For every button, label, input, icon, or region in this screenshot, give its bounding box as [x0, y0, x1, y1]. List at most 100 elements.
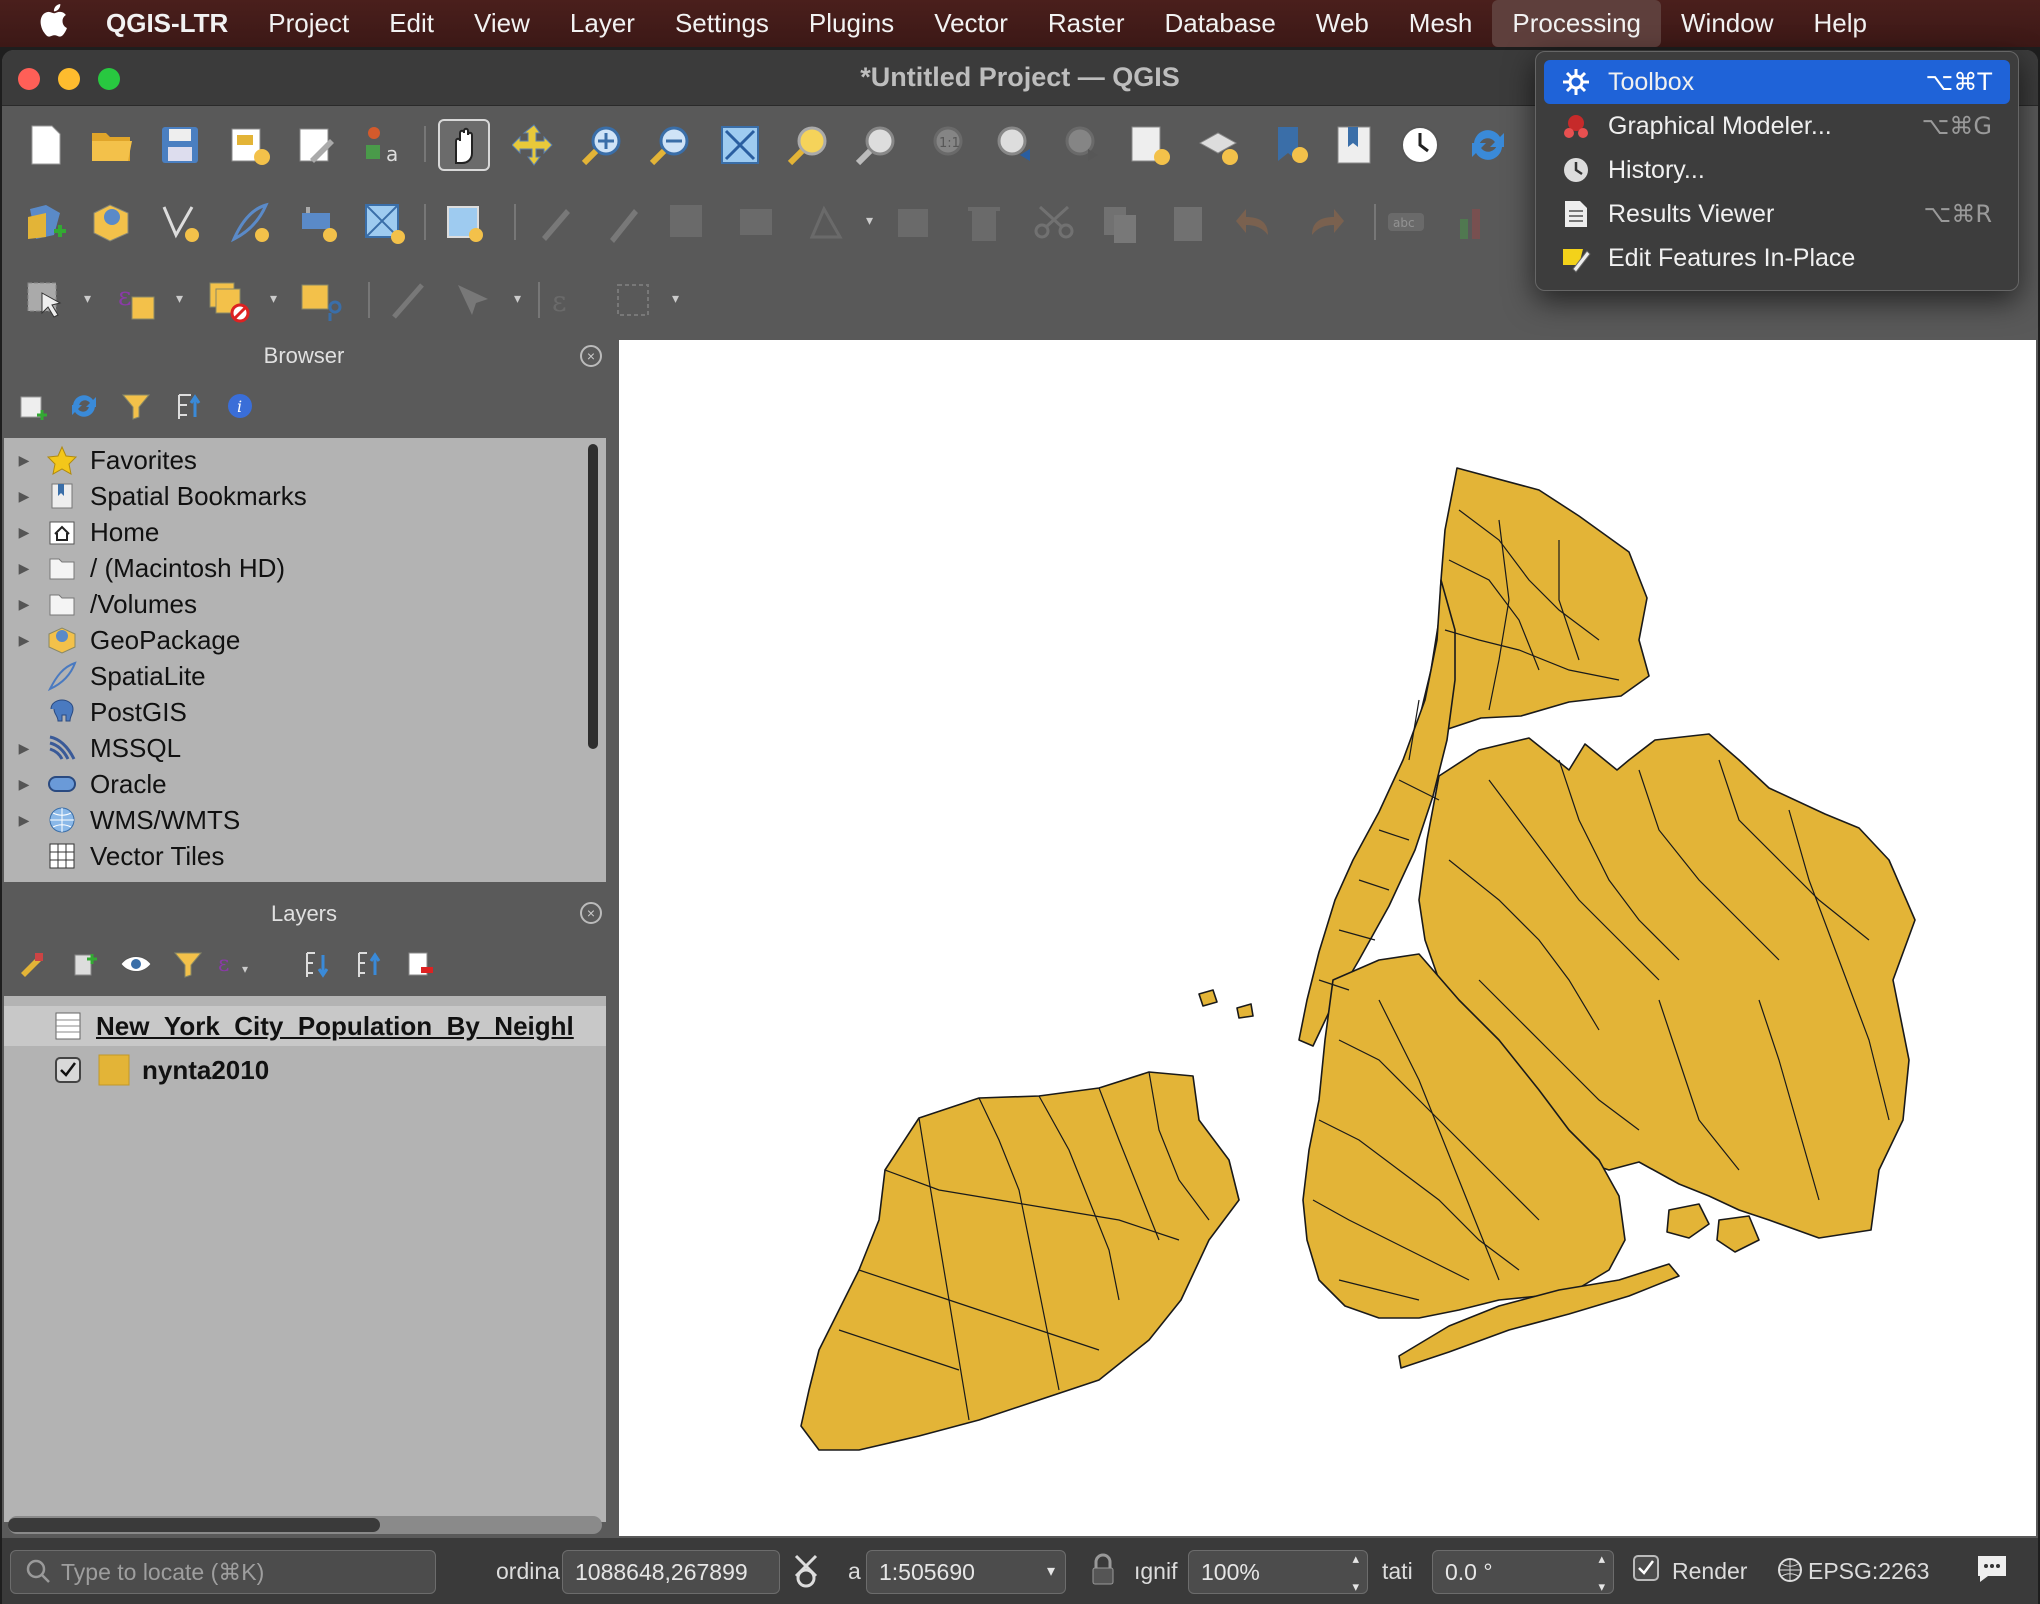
pan-to-selection-icon[interactable] [508, 119, 560, 171]
browser-item-postgis[interactable]: PostGIS [4, 694, 606, 730]
browser-item-favorites[interactable]: ▶ Favorites [4, 442, 606, 478]
render-checkbox[interactable] [1632, 1554, 1660, 1588]
browser-item-spatialite[interactable]: SpatiaLite [4, 658, 606, 694]
refresh-icon[interactable] [64, 386, 104, 426]
browser-item-vector-tiles[interactable]: Vector Tiles [4, 838, 606, 874]
menu-item-toolbox[interactable]: Toolbox ⌥⌘T [1544, 60, 2010, 104]
new-virtual-layer-icon[interactable] [292, 197, 344, 249]
browser-item-wms-wmts[interactable]: ▶ WMS/WMTS [4, 802, 606, 838]
browser-item-home[interactable]: ▶ Home [4, 514, 606, 550]
expand-arrow-icon[interactable]: ▶ [4, 524, 44, 541]
expand-arrow-icon[interactable]: ▶ [4, 596, 44, 613]
browser-item-mssql[interactable]: ▶ MSSQL [4, 730, 606, 766]
magnifier-spinbox[interactable]: 100% ▴ ▾ [1188, 1550, 1368, 1594]
digitize-shape-icon[interactable] [802, 197, 854, 249]
zoom-next-icon[interactable] [1054, 119, 1106, 171]
browser-item-geopackage[interactable]: ▶ GeoPackage [4, 622, 606, 658]
menu-view[interactable]: View [454, 0, 550, 47]
expand-arrow-icon[interactable]: ▶ [4, 488, 44, 505]
rotation-spinbox[interactable]: 0.0 ° ▴ ▾ [1432, 1550, 1614, 1594]
add-feature-icon[interactable] [732, 197, 784, 249]
crs-globe-icon[interactable] [1776, 1556, 1804, 1590]
crs-button[interactable]: EPSG:2263 [1808, 1558, 1929, 1585]
new-spatial-bookmark-icon[interactable] [1264, 119, 1316, 171]
menu-window[interactable]: Window [1661, 0, 1793, 47]
menu-settings[interactable]: Settings [655, 0, 789, 47]
select-features-icon[interactable] [20, 275, 72, 327]
scale-combobox[interactable]: 1:505690 ▾ [866, 1550, 1066, 1594]
menu-edit[interactable]: Edit [369, 0, 454, 47]
menu-database[interactable]: Database [1144, 0, 1295, 47]
new-shapefile-layer-icon[interactable] [154, 197, 206, 249]
menu-layer[interactable]: Layer [550, 0, 655, 47]
layer-symbol-swatch[interactable] [96, 1054, 132, 1086]
new-spatialite-layer-icon[interactable] [224, 197, 276, 249]
scrollbar-thumb[interactable] [588, 444, 598, 749]
info-icon[interactable]: i [220, 386, 260, 426]
remove-layer-icon[interactable] [400, 944, 440, 984]
map-tips-icon[interactable] [448, 275, 500, 327]
menu-raster[interactable]: Raster [1028, 0, 1145, 47]
eye-visibility-icon[interactable] [116, 944, 156, 984]
browser-item-volumes[interactable]: ▶ /Volumes [4, 586, 606, 622]
menu-mesh[interactable]: Mesh [1389, 0, 1493, 47]
zoom-last-icon[interactable] [986, 119, 1038, 171]
current-edits-icon[interactable] [530, 197, 582, 249]
vertex-tool-icon[interactable] [438, 197, 490, 249]
messages-icon[interactable] [1972, 1548, 2012, 1594]
field-calculator-icon[interactable]: ε [542, 275, 594, 327]
map-canvas[interactable] [619, 340, 2036, 1536]
toggle-editing-icon[interactable] [596, 197, 648, 249]
menu-web[interactable]: Web [1296, 0, 1389, 47]
menu-vector[interactable]: Vector [914, 0, 1028, 47]
browser-scrollbar[interactable] [586, 442, 600, 878]
delete-selected-icon[interactable] [958, 197, 1010, 249]
filter-icon[interactable] [116, 386, 156, 426]
menu-plugins[interactable]: Plugins [789, 0, 914, 47]
chevron-down-icon[interactable]: ▾ [84, 290, 91, 307]
chevron-down-icon[interactable]: ▾ [672, 290, 679, 307]
lock-scale-icon[interactable] [1090, 1552, 1116, 1594]
chevron-down-icon[interactable]: ▾ [176, 290, 183, 307]
menu-item-graphical-modeler[interactable]: Graphical Modeler... ⌥⌘G [1544, 104, 2010, 148]
label-toolbar-icon[interactable]: abc [1380, 197, 1432, 249]
data-source-manager-icon[interactable] [20, 197, 72, 249]
browser-item-macintosh-hd[interactable]: ▶ / (Macintosh HD) [4, 550, 606, 586]
apple-menu-icon[interactable] [0, 3, 106, 45]
style-layer-icon[interactable] [12, 944, 52, 984]
layer-visibility-checkbox[interactable] [50, 1054, 86, 1086]
copy-features-icon[interactable] [1094, 197, 1146, 249]
add-selected-layers-icon[interactable] [12, 386, 52, 426]
layer-row-population-table[interactable]: New_York_City_Population_By_Neighl [4, 1006, 606, 1046]
layer-row-nynta2010[interactable]: nynta2010 [4, 1050, 606, 1090]
collapse-all-icon[interactable] [168, 386, 208, 426]
diagram-icon[interactable] [1450, 197, 1502, 249]
browser-item-spatial-bookmarks[interactable]: ▶ Spatial Bookmarks [4, 478, 606, 514]
expand-arrow-icon[interactable]: ▶ [4, 776, 44, 793]
refresh-icon[interactable] [1462, 119, 1514, 171]
save-project-icon[interactable] [154, 119, 206, 171]
modify-attributes-icon[interactable] [890, 197, 942, 249]
menu-processing[interactable]: Processing [1492, 0, 1661, 47]
deselect-all-icon[interactable] [202, 275, 254, 327]
zoom-to-selection-icon[interactable] [782, 119, 834, 171]
expand-all-icon[interactable] [296, 944, 336, 984]
new-3d-map-view-icon[interactable] [1192, 119, 1244, 171]
chevron-down-icon[interactable]: ▾ [514, 290, 521, 307]
new-map-view-icon[interactable] [1124, 119, 1176, 171]
undo-icon[interactable] [1230, 197, 1282, 249]
pan-map-icon[interactable] [438, 119, 490, 171]
expand-arrow-icon[interactable]: ▶ [4, 740, 44, 757]
measure-line-icon[interactable] [382, 275, 434, 327]
zoom-to-layer-icon[interactable] [850, 119, 902, 171]
redo-icon[interactable] [1298, 197, 1350, 249]
add-group-icon[interactable] [64, 944, 104, 984]
temporal-controller-icon[interactable] [1394, 119, 1446, 171]
zoom-full-icon[interactable] [714, 119, 766, 171]
toggle-extents-icon[interactable] [788, 1552, 822, 1594]
new-geopackage-layer-icon[interactable] [86, 197, 138, 249]
menu-item-results-viewer[interactable]: Results Viewer ⌥⌘R [1544, 192, 2010, 236]
select-by-expression-icon[interactable]: ε [110, 275, 162, 327]
new-print-layout-icon[interactable] [224, 119, 276, 171]
new-project-icon[interactable] [20, 119, 72, 171]
